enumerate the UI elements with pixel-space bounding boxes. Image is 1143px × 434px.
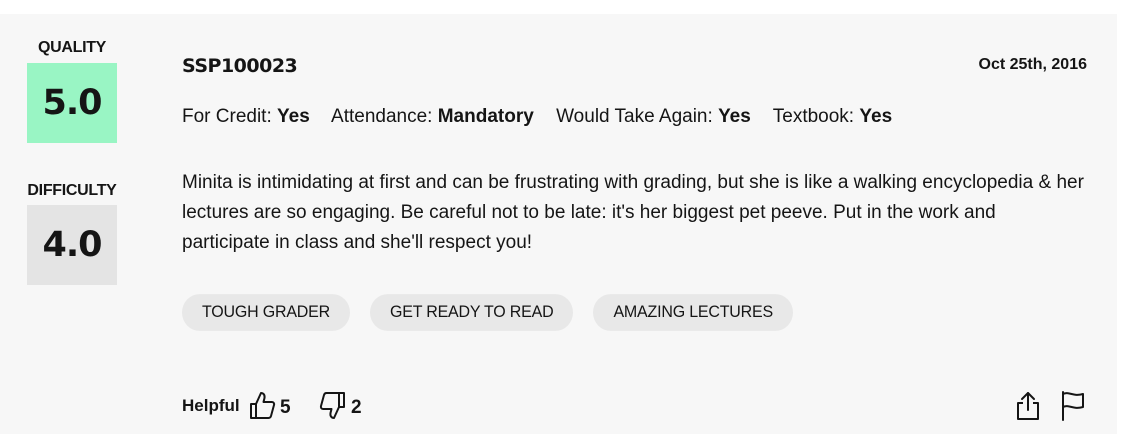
review-footer: Helpful 5 2 (182, 390, 1087, 422)
thumbs-up-count: 5 (280, 396, 291, 418)
meta-textbook: Textbook: Yes (772, 106, 893, 127)
flag-icon[interactable] (1059, 390, 1087, 427)
difficulty-label: DIFFICULTY (27, 182, 117, 199)
review-comment: Minita is intimidating at first and can … (182, 172, 1084, 253)
tag-list: TOUGH GRADER GET READY TO READ AMAZING L… (182, 294, 793, 331)
meta-for-credit: For Credit: Yes (182, 106, 310, 127)
review-meta: For Credit: Yes Attendance: Mandatory Wo… (182, 106, 909, 128)
thumbs-down-button[interactable]: 2 (319, 390, 362, 425)
thumbs-up-icon (248, 390, 276, 425)
tag-amazing-lectures: AMAZING LECTURES (593, 294, 793, 331)
quality-score: 5.0 (27, 63, 117, 143)
difficulty-score: 4.0 (27, 205, 117, 285)
share-icon[interactable] (1014, 390, 1042, 427)
thumbs-down-count: 2 (351, 396, 362, 418)
review-date: Oct 25th, 2016 (978, 56, 1088, 73)
meta-would-take-again: Would Take Again: Yes (556, 106, 751, 127)
helpful-label: Helpful (182, 396, 240, 415)
meta-attendance: Attendance: Mandatory (331, 106, 534, 127)
quality-label: QUALITY (37, 39, 107, 56)
thumbs-down-icon (319, 390, 347, 425)
course-code: SSP100023 (182, 55, 298, 77)
tag-tough-grader: TOUGH GRADER (182, 294, 350, 331)
thumbs-up-button[interactable]: 5 (248, 390, 291, 425)
rating-card: QUALITY 5.0 DIFFICULTY 4.0 SSP100023 Oct… (0, 14, 1117, 434)
tag-get-ready-to-read: GET READY TO READ (369, 294, 574, 331)
